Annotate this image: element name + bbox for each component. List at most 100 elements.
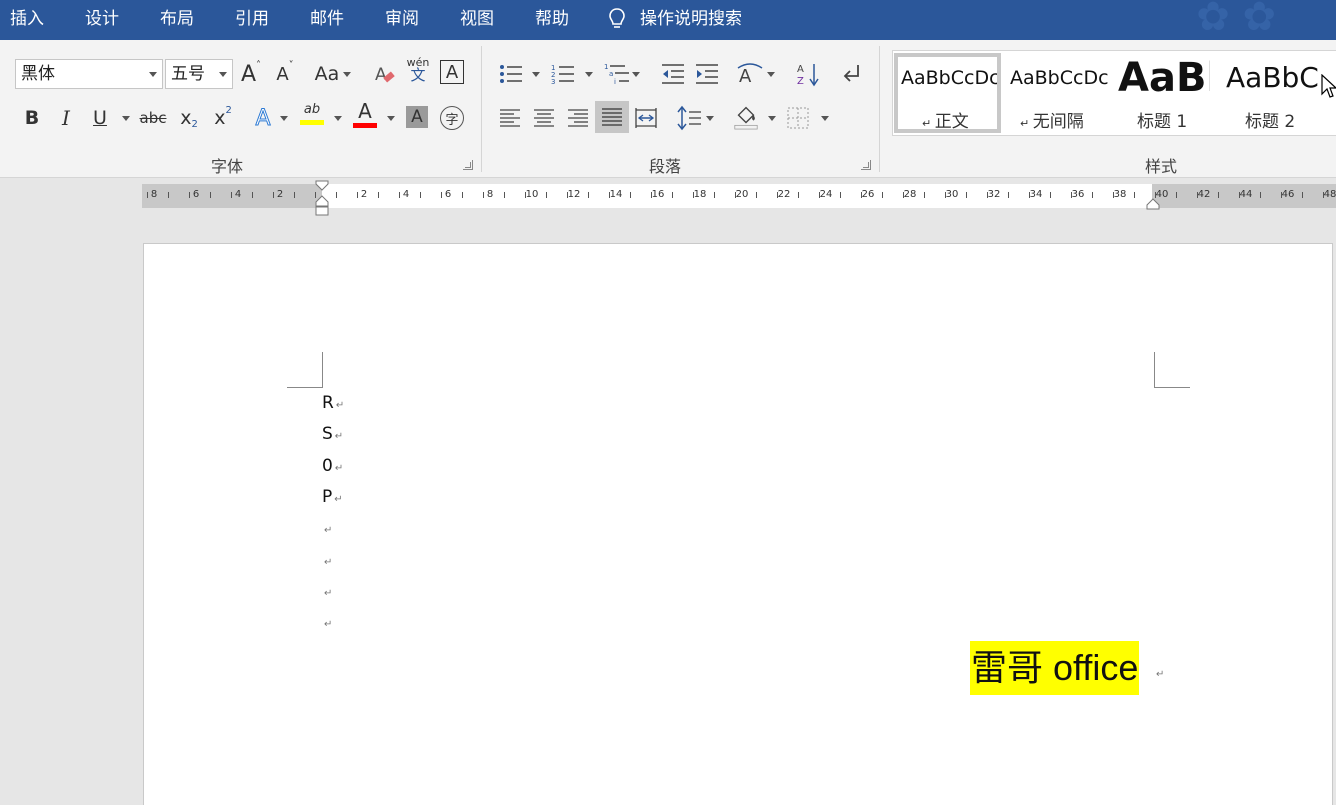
change-case-button[interactable]: Aa [312,60,342,88]
italic-button[interactable]: I [54,104,78,132]
phonetic-guide-button[interactable]: wén 文 [406,56,430,84]
right-indent-marker-icon[interactable] [1146,198,1160,210]
document-line[interactable]: ↵ [322,550,332,570]
style-name: ↵ 正文 [922,112,969,132]
ruler-tick [420,192,421,198]
document-line[interactable]: S ↵ [322,424,343,444]
font-size-box[interactable]: 五号 [165,59,233,89]
style-preview: AaBbCcDc [1010,67,1109,89]
ruler-tick [1323,192,1324,198]
style-preview: AaBbCcDc [901,67,1000,89]
tab-help[interactable]: 帮助 [535,0,569,38]
justify-icon [602,108,622,126]
sort-icon[interactable]: A Z [795,60,821,88]
font-dialog-launcher-icon[interactable] [463,160,473,170]
style-heading-2[interactable]: AaBbC 标题 2 [1223,53,1336,133]
character-shading-button[interactable]: A [406,106,428,128]
style-heading-1[interactable]: AaBb 标题 1 [1114,53,1210,133]
bold-button[interactable]: B [20,104,44,132]
paragraph-dialog-launcher-icon[interactable] [861,160,871,170]
superscript-button[interactable]: x2 [210,104,236,132]
bullets-icon[interactable] [498,60,524,88]
chevron-down-icon[interactable] [343,72,351,77]
document-line[interactable]: ↵ [322,612,332,632]
shrink-font-button[interactable]: A ˅ [272,60,298,88]
font-color-button[interactable]: A [352,100,378,128]
chevron-down-icon[interactable] [532,72,540,77]
ruler-tick [819,192,820,198]
align-center-icon[interactable] [532,104,556,132]
asian-layout-icon[interactable]: A [736,60,764,88]
tab-layout[interactable]: 布局 [160,0,194,38]
tab-mailings[interactable]: 邮件 [310,0,344,38]
justify-button[interactable] [595,101,629,133]
change-case-label: Aa [314,63,340,85]
clear-formatting-icon[interactable]: A [372,60,398,88]
highlight-color-bar [300,120,324,125]
ruler-tick [609,192,610,198]
chevron-down-icon[interactable] [821,116,829,121]
ruler-tick [378,192,379,198]
tab-references[interactable]: 引用 [235,0,269,38]
distributed-icon[interactable] [634,104,658,132]
style-normal[interactable]: AaBbCcDc ↵ 正文 [894,53,1001,133]
multilevel-list-icon[interactable]: 1 a i [603,60,631,88]
line-text: P [322,486,333,507]
chevron-down-icon[interactable] [706,116,714,121]
tell-me-search[interactable]: 操作说明搜索 [640,0,742,38]
tab-insert[interactable]: 插入 [10,0,44,38]
indent-marker-icon[interactable] [314,180,330,216]
chevron-down-icon[interactable] [585,72,593,77]
ruler-tick [1302,192,1303,198]
grow-font-button[interactable]: A ˄ [238,60,264,88]
line-spacing-icon[interactable] [676,104,702,132]
tab-view[interactable]: 视图 [460,0,494,38]
tab-design[interactable]: 设计 [85,0,119,38]
ruler-tick [546,192,547,198]
align-left-icon[interactable] [498,104,522,132]
increase-indent-icon[interactable] [694,60,720,88]
chevron-down-icon[interactable] [387,116,395,121]
ruler-tick [1176,192,1177,198]
numbering-icon[interactable]: 1 2 3 [550,60,576,88]
style-no-spacing[interactable]: AaBbCcDc ↵ 无间隔 [1006,53,1110,133]
subscript-button[interactable]: x2 [176,104,202,132]
highlighted-text[interactable]: 雷哥 office [970,641,1140,695]
chevron-down-icon[interactable] [149,72,157,77]
borders-icon[interactable] [786,104,810,132]
highlight-color-button[interactable]: ab [298,100,326,128]
underline-label: U [93,107,107,129]
svg-text:a: a [609,70,613,78]
superscript-mark: 2 [225,104,232,116]
chevron-down-icon[interactable] [219,72,227,77]
show-paragraph-marks-icon[interactable] [838,60,864,88]
ruler-tick [168,192,169,198]
enclose-characters-button[interactable]: 字 [440,106,464,130]
chevron-down-icon[interactable] [334,116,342,121]
chevron-down-icon[interactable] [632,72,640,77]
chevron-down-icon[interactable] [122,116,130,121]
document-line[interactable]: R ↵ [322,393,344,413]
chevron-down-icon[interactable] [767,72,775,77]
ruler-tick [651,192,652,198]
paragraph-mark: ↵ [334,462,344,474]
strikethrough-button[interactable]: abc [138,104,168,132]
ruler-tick [147,192,148,198]
ruler-tick [336,192,337,198]
text-effects-button[interactable]: A [250,104,276,132]
document-line[interactable]: P ↵ [322,487,343,507]
character-border-button[interactable]: A [440,60,464,84]
align-right-icon[interactable] [566,104,590,132]
document-line[interactable]: 0 ↵ [322,456,343,476]
lightbulb-icon[interactable] [607,7,627,31]
underline-button[interactable]: U [88,104,112,132]
chevron-down-icon[interactable] [280,116,288,121]
document-line[interactable]: ↵ [322,581,332,601]
font-name-box[interactable]: 黑体 [15,59,163,89]
tab-review[interactable]: 审阅 [385,0,419,38]
shading-icon[interactable] [732,102,760,130]
document-line[interactable]: ↵ [322,518,332,538]
chevron-down-icon[interactable] [768,116,776,121]
decrease-indent-icon[interactable] [660,60,686,88]
ruler-tick [441,192,442,198]
